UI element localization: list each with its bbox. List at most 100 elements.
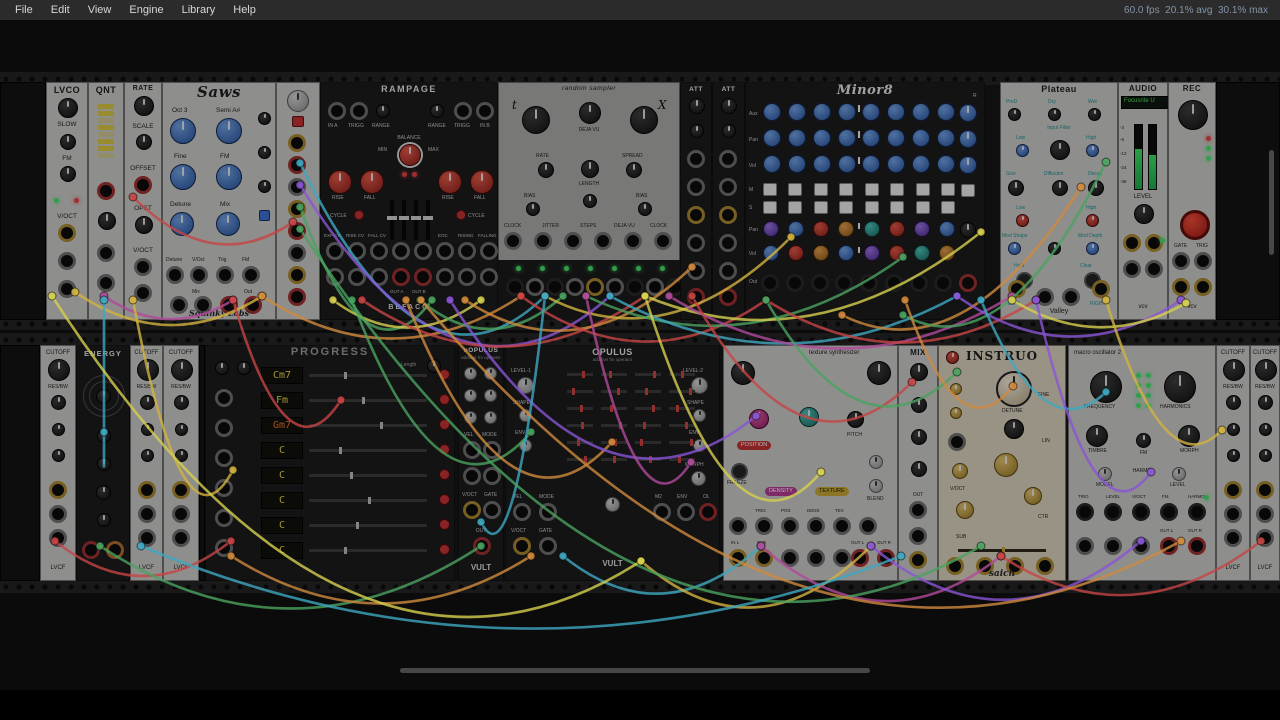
port[interactable] — [483, 501, 501, 519]
knob[interactable] — [887, 129, 906, 147]
knob[interactable] — [519, 439, 532, 452]
knob[interactable] — [583, 194, 597, 208]
knob[interactable] — [98, 212, 116, 230]
port[interactable] — [134, 176, 152, 194]
module-plateau[interactable]: Plateau PreD Dry Wet Input Filter Low Hi… — [1000, 82, 1118, 320]
port[interactable] — [646, 278, 664, 296]
step-button[interactable] — [439, 494, 450, 505]
port[interactable] — [513, 537, 531, 555]
knob[interactable] — [1050, 140, 1070, 160]
port[interactable] — [755, 549, 773, 567]
knob[interactable] — [912, 155, 931, 173]
cutoff-knob[interactable] — [48, 359, 70, 381]
port[interactable] — [370, 268, 388, 286]
chord-display[interactable]: C — [261, 542, 303, 559]
port[interactable] — [458, 242, 476, 260]
knob[interactable] — [837, 155, 856, 173]
cutoff-knob[interactable] — [1255, 359, 1277, 381]
module-att-1[interactable]: ATT — [680, 82, 712, 320]
solo-button[interactable] — [788, 201, 803, 214]
port[interactable] — [458, 268, 476, 286]
knob[interactable] — [258, 146, 271, 159]
port[interactable] — [288, 222, 306, 240]
module-lvcf-5[interactable]: CUTOFF RES/BW LVCF — [1250, 345, 1280, 581]
port[interactable] — [288, 200, 306, 218]
solo-button[interactable] — [813, 201, 828, 214]
knob[interactable] — [60, 166, 76, 182]
port[interactable] — [687, 206, 705, 224]
pitch-knob[interactable] — [847, 411, 864, 428]
port[interactable] — [810, 274, 829, 292]
step-slider[interactable] — [309, 397, 427, 404]
module-minor8[interactable]: Minor8 Aux Pan Vol M S Pan Vol Out R — [745, 82, 985, 320]
menu-view[interactable]: View — [79, 2, 121, 18]
port[interactable] — [687, 150, 705, 168]
knob[interactable] — [1259, 423, 1272, 436]
module-lvcf-1[interactable]: CUTOFF RES/BW LVCF — [40, 345, 76, 581]
port[interactable] — [1160, 537, 1178, 555]
port[interactable] — [1256, 505, 1274, 523]
op-slider[interactable] — [601, 405, 627, 412]
fm-knob[interactable] — [1136, 433, 1151, 448]
port[interactable] — [288, 244, 306, 262]
knob[interactable] — [812, 103, 831, 121]
record-button[interactable] — [1180, 210, 1210, 240]
port[interactable] — [564, 232, 582, 250]
port[interactable] — [97, 274, 115, 292]
port[interactable] — [454, 102, 472, 120]
op-slider[interactable] — [669, 422, 695, 429]
port[interactable] — [1104, 537, 1122, 555]
gain-knob[interactable] — [1178, 100, 1208, 130]
position-knob[interactable] — [731, 361, 755, 385]
port[interactable] — [216, 266, 234, 284]
step-slider[interactable] — [309, 447, 427, 454]
port[interactable] — [807, 517, 825, 535]
port[interactable] — [626, 278, 644, 296]
step-slider[interactable] — [309, 547, 427, 554]
knob[interactable] — [96, 485, 111, 500]
module-lvco[interactable]: LVCO SLOW FM V/OCT — [46, 82, 88, 320]
knob[interactable] — [911, 429, 927, 445]
port[interactable] — [807, 549, 825, 567]
op-slider[interactable] — [601, 388, 627, 395]
cycle-button[interactable] — [456, 210, 466, 220]
knob[interactable] — [722, 124, 736, 138]
port[interactable] — [504, 232, 522, 250]
knob[interactable] — [813, 221, 830, 237]
scale-segment[interactable] — [98, 153, 114, 158]
knob[interactable] — [763, 245, 779, 261]
op-slider[interactable] — [601, 456, 627, 463]
scale-segment[interactable] — [98, 132, 114, 137]
step-button[interactable] — [439, 444, 450, 455]
port[interactable] — [934, 274, 953, 292]
knob[interactable] — [141, 423, 154, 436]
master-button[interactable] — [961, 184, 975, 197]
port[interactable] — [49, 505, 67, 523]
scale-segment[interactable] — [98, 146, 114, 151]
port[interactable] — [326, 268, 344, 286]
port[interactable] — [513, 503, 531, 521]
res-knob[interactable] — [1258, 395, 1273, 410]
port[interactable] — [288, 178, 306, 196]
port[interactable] — [539, 537, 557, 555]
port[interactable] — [1145, 260, 1163, 278]
knob[interactable] — [1004, 419, 1024, 439]
port[interactable] — [654, 232, 672, 250]
port[interactable] — [534, 232, 552, 250]
module-uopulus[interactable]: uOPULUS additive fm operator VEL MODE V/… — [458, 345, 504, 581]
out-b-port[interactable] — [414, 268, 432, 286]
port[interactable] — [719, 262, 737, 280]
port[interactable] — [860, 274, 878, 292]
knob[interactable] — [910, 363, 928, 381]
port[interactable] — [785, 274, 804, 292]
knob[interactable] — [887, 155, 906, 173]
port[interactable] — [138, 481, 156, 499]
mute-button[interactable] — [839, 183, 854, 196]
cutoff-knob[interactable] — [137, 359, 159, 381]
knob[interactable] — [689, 98, 705, 114]
op-slider[interactable] — [601, 422, 627, 429]
knob[interactable] — [763, 129, 781, 147]
knob[interactable] — [1088, 108, 1101, 121]
port[interactable] — [909, 551, 927, 569]
port[interactable] — [1194, 278, 1212, 296]
